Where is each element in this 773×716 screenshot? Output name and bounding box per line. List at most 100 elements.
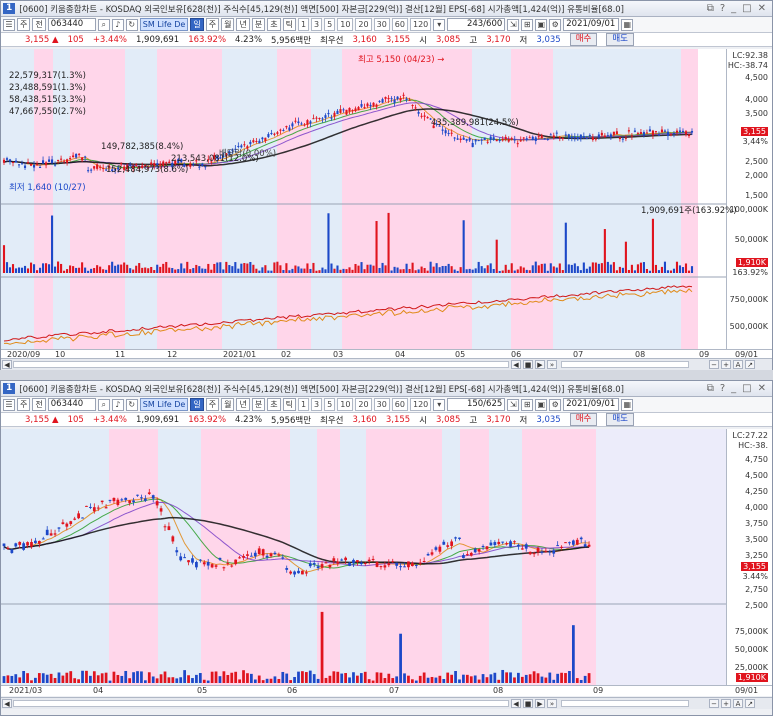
- auto-icon[interactable]: A: [733, 699, 743, 708]
- zoom-track[interactable]: [561, 361, 689, 368]
- fix-icon[interactable]: ⊞: [521, 18, 534, 31]
- price-chart-area[interactable]: [1, 429, 726, 685]
- interval-10[interactable]: 10: [337, 398, 354, 411]
- interval-60[interactable]: 60: [391, 398, 408, 411]
- interval-5[interactable]: 5: [324, 18, 336, 31]
- period-tick-button[interactable]: 틱: [282, 18, 296, 31]
- interval-3[interactable]: 3: [311, 18, 323, 31]
- stock-code-input[interactable]: 063440: [47, 398, 96, 411]
- list-icon[interactable]: ☰: [3, 398, 15, 411]
- search-icon[interactable]: ⌕: [97, 398, 110, 411]
- fast-forward-icon[interactable]: »: [547, 699, 557, 708]
- market-dropdown[interactable]: 전: [32, 398, 46, 411]
- dropdown-icon[interactable]: ▾: [433, 398, 446, 411]
- maximize-icon[interactable]: □: [742, 383, 751, 394]
- help-icon[interactable]: ?: [720, 3, 725, 14]
- buy-button[interactable]: 매수: [569, 33, 598, 46]
- mode-dropdown[interactable]: 주: [17, 398, 31, 411]
- interval-1[interactable]: 1: [297, 398, 310, 411]
- zoom-track[interactable]: [561, 700, 689, 707]
- calendar-icon[interactable]: ▦: [621, 398, 634, 411]
- market-dropdown[interactable]: 전: [32, 18, 46, 31]
- interval-20[interactable]: 20: [355, 18, 372, 31]
- interval-30[interactable]: 30: [373, 398, 390, 411]
- calendar-icon[interactable]: ▦: [621, 18, 634, 31]
- title-bar[interactable]: 1 [0600] 키움종합차트 - KOSDAQ 외국인보유[628(천)] 주…: [1, 381, 772, 397]
- scroll-left-icon[interactable]: ◀: [2, 360, 12, 369]
- search-icon[interactable]: ⌕: [97, 18, 110, 31]
- refresh-icon[interactable]: ↻: [125, 398, 138, 411]
- restore-icon[interactable]: ⧉: [707, 383, 714, 394]
- sell-button[interactable]: 매도: [606, 413, 634, 426]
- date-input[interactable]: 2021/09/01: [563, 18, 620, 31]
- restore-icon[interactable]: ⧉: [707, 3, 714, 14]
- scroll-track[interactable]: [13, 361, 509, 368]
- minimize-icon[interactable]: _: [731, 383, 736, 394]
- stock-code-input[interactable]: 063440: [47, 18, 96, 31]
- close-icon[interactable]: ✕: [758, 3, 766, 14]
- zoom-in-icon[interactable]: +: [721, 360, 731, 369]
- sell-button[interactable]: 매도: [606, 33, 634, 46]
- sound-icon[interactable]: ♪: [111, 398, 124, 411]
- chart-scrollbar[interactable]: ◀ ◀ ■ ▶ » − + A ↗: [1, 697, 772, 709]
- period-second-button[interactable]: 초: [267, 18, 281, 31]
- date-input[interactable]: 2021/09/01: [563, 398, 620, 411]
- interval-3[interactable]: 3: [311, 398, 323, 411]
- period-day-button[interactable]: 일: [190, 18, 204, 31]
- interval-60[interactable]: 60: [391, 18, 408, 31]
- interval-20[interactable]: 20: [355, 398, 372, 411]
- zoom-out-icon[interactable]: −: [709, 360, 719, 369]
- interval-120[interactable]: 120: [409, 18, 432, 31]
- count-input[interactable]: 243/600: [447, 18, 506, 31]
- settings-icon[interactable]: ⚙: [549, 398, 562, 411]
- help-icon[interactable]: ?: [720, 383, 725, 394]
- arrow-icon[interactable]: ↗: [745, 699, 755, 708]
- period-minute-button[interactable]: 분: [251, 18, 266, 31]
- period-year-button[interactable]: 년: [236, 18, 250, 31]
- arrow-icon[interactable]: ↗: [745, 360, 755, 369]
- period-week-button[interactable]: 주: [205, 398, 220, 411]
- mode-dropdown[interactable]: 주: [17, 18, 31, 31]
- play-back-icon[interactable]: ◀: [511, 699, 521, 708]
- interval-120[interactable]: 120: [409, 398, 432, 411]
- sound-icon[interactable]: ♪: [111, 18, 124, 31]
- period-day-button[interactable]: 일: [190, 398, 204, 411]
- period-tick-button[interactable]: 틱: [282, 398, 296, 411]
- interval-10[interactable]: 10: [337, 18, 354, 31]
- zoom-in-icon[interactable]: +: [721, 699, 731, 708]
- scroll-left-icon[interactable]: ◀: [2, 699, 12, 708]
- title-bar[interactable]: 1 [0600] 키움종합차트 - KOSDAQ 외국인보유[628(천)] 주…: [1, 1, 772, 17]
- stop-icon[interactable]: ■: [523, 699, 533, 708]
- buy-button[interactable]: 매수: [569, 413, 598, 426]
- interval-1[interactable]: 1: [297, 18, 310, 31]
- auto-icon[interactable]: A: [733, 360, 743, 369]
- zoom-icon[interactable]: ⇲: [507, 18, 520, 31]
- interval-5[interactable]: 5: [324, 398, 336, 411]
- maximize-icon[interactable]: □: [742, 3, 751, 14]
- price-chart-area[interactable]: [1, 49, 726, 349]
- interval-30[interactable]: 30: [373, 18, 390, 31]
- zoom-out-icon[interactable]: −: [709, 699, 719, 708]
- period-week-button[interactable]: 주: [205, 18, 220, 31]
- stop-icon[interactable]: ■: [523, 360, 533, 369]
- close-icon[interactable]: ✕: [758, 383, 766, 394]
- settings-icon[interactable]: ⚙: [549, 18, 562, 31]
- zoom-icon[interactable]: ⇲: [507, 398, 520, 411]
- fast-forward-icon[interactable]: »: [547, 360, 557, 369]
- period-month-button[interactable]: 월: [221, 18, 235, 31]
- count-input[interactable]: 150/625: [447, 398, 506, 411]
- play-icon[interactable]: ▶: [535, 699, 545, 708]
- list-icon[interactable]: ☰: [3, 18, 15, 31]
- lock-icon[interactable]: ▣: [535, 18, 548, 31]
- period-second-button[interactable]: 초: [267, 398, 281, 411]
- play-icon[interactable]: ▶: [535, 360, 545, 369]
- scroll-track[interactable]: [13, 700, 509, 707]
- chart-scrollbar[interactable]: ◀ ◀ ■ ▶ » − + A ↗: [1, 358, 772, 370]
- dropdown-icon[interactable]: ▾: [433, 18, 446, 31]
- refresh-icon[interactable]: ↻: [125, 18, 138, 31]
- period-month-button[interactable]: 월: [221, 398, 235, 411]
- play-back-icon[interactable]: ◀: [511, 360, 521, 369]
- stock-name-field[interactable]: SM Life De: [139, 398, 189, 411]
- fix-icon[interactable]: ⊞: [521, 398, 534, 411]
- minimize-icon[interactable]: _: [731, 3, 736, 14]
